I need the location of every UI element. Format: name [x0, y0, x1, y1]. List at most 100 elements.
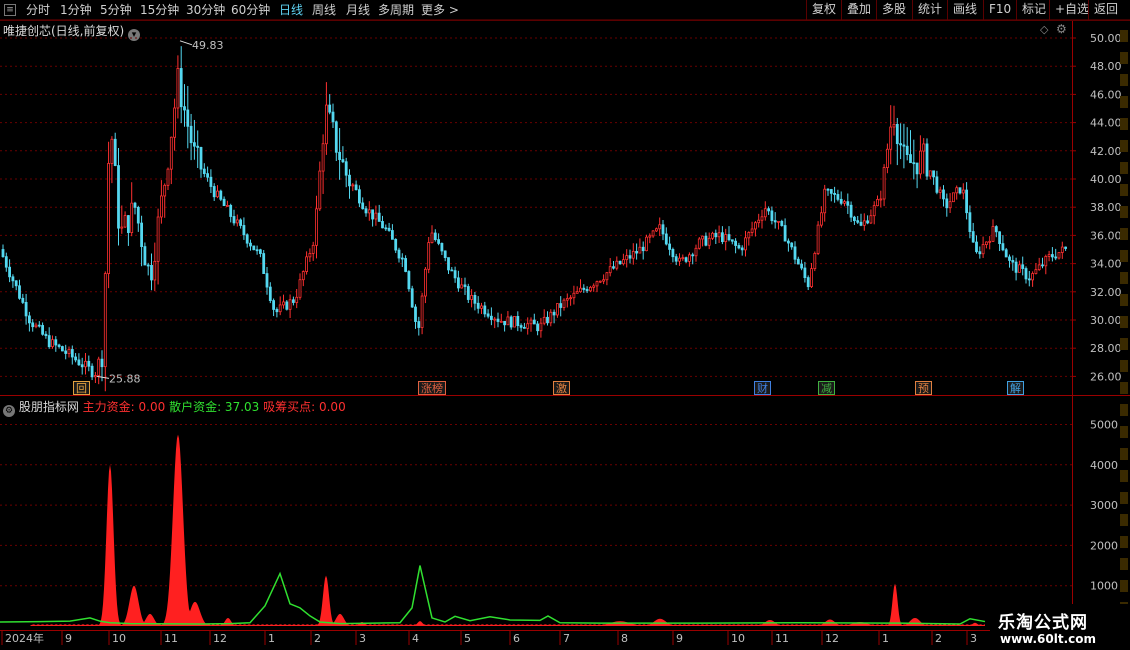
stock-chart[interactable]: 50.00 48.00 46.00 44.00 42.00 40.00 38.00 36.00…: [0, 0, 1130, 650]
date-tick-label: 11: [164, 632, 178, 645]
event-tag-6[interactable]: 解: [1007, 381, 1024, 395]
date-tick-label: 3: [359, 632, 366, 645]
candle-body: [833, 192, 836, 195]
candle-body: [466, 286, 470, 300]
candle-body: [651, 230, 655, 237]
candle-body: [394, 238, 398, 251]
candle-body: [787, 240, 790, 244]
candle-body: [810, 268, 813, 288]
candle-body: [985, 241, 988, 245]
info-column-glyph: [1120, 184, 1128, 196]
candle-body: [1047, 254, 1051, 257]
candle-body: [836, 194, 840, 200]
candle-body: [635, 250, 638, 254]
candle-body: [80, 364, 84, 368]
candle-body: [895, 123, 899, 145]
candle-body: [922, 143, 926, 152]
candle-body: [730, 239, 734, 242]
candle-body: [159, 195, 163, 218]
candle-body: [176, 68, 180, 109]
candle-body: [1011, 260, 1015, 263]
candle-body: [971, 231, 975, 243]
candle-body: [549, 311, 553, 324]
event-tag-4[interactable]: 减: [818, 381, 835, 395]
candle-body: [199, 147, 203, 170]
candle-body: [648, 235, 652, 238]
high-marker-label: 49.83: [192, 39, 224, 52]
event-tag-2[interactable]: 激: [553, 381, 570, 395]
info-column-glyph: [1120, 514, 1128, 526]
candle-body: [245, 234, 249, 244]
candle-body: [704, 235, 708, 246]
info-column-glyph: [1120, 470, 1128, 482]
event-tag-0[interactable]: 回: [73, 381, 90, 395]
event-tag-5[interactable]: 预: [915, 381, 932, 395]
candle-body: [701, 235, 704, 240]
date-tick-label: 1: [882, 632, 889, 645]
candle-body: [463, 284, 467, 287]
info-column-glyph: [1120, 30, 1128, 42]
candle-body: [295, 296, 299, 303]
info-column-glyph: [1120, 316, 1128, 328]
candle-body: [433, 232, 437, 240]
event-tag-1[interactable]: 涨榜: [418, 381, 446, 395]
event-tag-3[interactable]: 财: [754, 381, 771, 395]
candle-body: [113, 138, 117, 166]
candle-body: [1027, 278, 1031, 281]
date-tick-label: 3: [970, 632, 977, 645]
candle-body: [186, 109, 190, 127]
candle-body: [196, 145, 200, 148]
candle-body: [605, 272, 609, 281]
candle-body: [21, 297, 25, 303]
candle-body: [592, 285, 596, 288]
candle-body: [747, 232, 751, 239]
candle-body: [414, 306, 417, 322]
indicator-tick-label: 4000: [1090, 459, 1118, 472]
candle-body: [668, 243, 671, 250]
main-fund-area: [0, 434, 985, 626]
candle-body: [202, 168, 206, 175]
candle-body: [37, 324, 41, 327]
candle-body: [526, 323, 530, 329]
info-column-glyph: [1120, 140, 1128, 152]
candle-body: [688, 254, 691, 262]
candle-body: [839, 198, 843, 204]
candle-body: [430, 232, 434, 243]
candle-body: [361, 202, 365, 210]
candle-body: [163, 184, 167, 197]
price-tick-label: 50.00: [1090, 32, 1122, 45]
candle-body: [829, 189, 833, 194]
watermark-url: www.60lt.com: [1000, 632, 1097, 646]
candle-body: [717, 232, 721, 238]
info-column-glyph: [1120, 118, 1128, 130]
candle-body: [480, 305, 483, 309]
candle-body: [681, 257, 685, 260]
candle-body: [928, 170, 932, 177]
candle-body: [423, 268, 427, 297]
date-tick-label: 6: [513, 632, 520, 645]
indicator-tick-label: 1000: [1090, 580, 1118, 593]
candle-body: [390, 230, 394, 240]
candle-body: [503, 320, 507, 326]
candle-body: [311, 244, 315, 254]
candle-body: [493, 318, 497, 321]
info-column-glyph: [1120, 74, 1128, 86]
candle-body: [902, 144, 906, 147]
date-tick-label: 9: [65, 632, 72, 645]
candle-body: [945, 198, 949, 209]
info-column-glyph: [1120, 580, 1128, 592]
candle-body: [575, 291, 579, 294]
candle-body: [206, 173, 210, 178]
price-tick-label: 42.00: [1090, 145, 1122, 158]
info-column-glyph: [1120, 558, 1128, 570]
candle-body: [489, 315, 493, 320]
candle-body: [87, 360, 91, 367]
price-tick-label: 26.00: [1090, 370, 1122, 383]
candle-body: [862, 220, 866, 226]
candle-body: [981, 244, 985, 255]
candle-body: [123, 215, 127, 228]
candle-body: [519, 325, 523, 328]
candle-body: [800, 263, 803, 269]
info-column-glyph: [1120, 360, 1128, 372]
candle-body: [34, 324, 38, 328]
